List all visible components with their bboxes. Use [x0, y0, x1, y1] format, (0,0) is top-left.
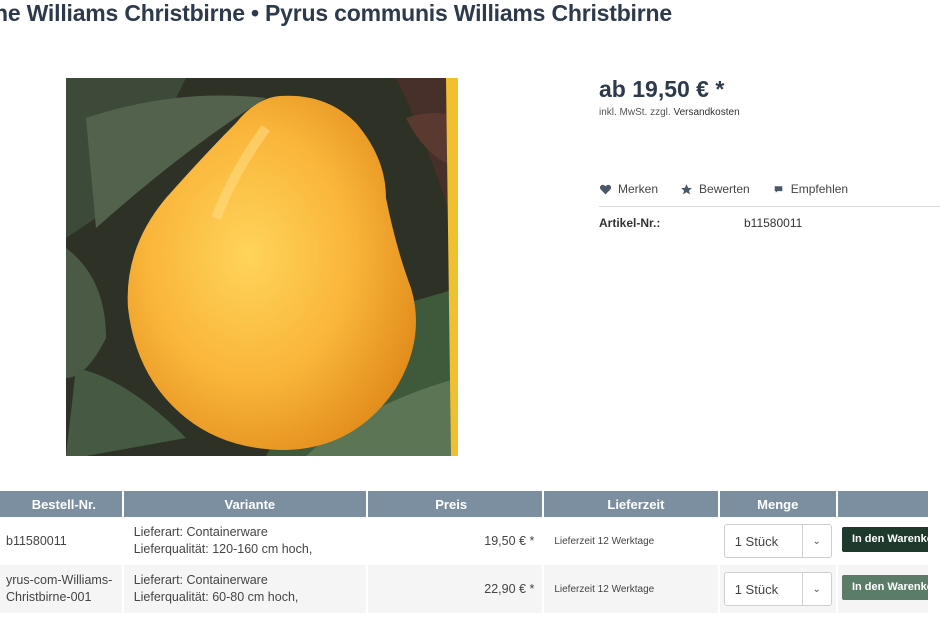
- product-title: ne Williams Christbirne • Pyrus communis…: [0, 0, 672, 26]
- header-action: [837, 491, 928, 517]
- table-row: b11580011 Lieferart: Containerware Liefe…: [0, 517, 928, 565]
- variant-cell: Lieferart: Containerware Lieferqualität:…: [123, 517, 366, 565]
- merken-action[interactable]: Merken: [599, 182, 658, 196]
- article-number-value: b11580011: [744, 216, 803, 230]
- quantity-value: 1 Stück: [734, 533, 779, 549]
- star-icon: [680, 183, 693, 196]
- merken-label: Merken: [618, 182, 659, 196]
- order-number-cell: b11580011: [0, 517, 122, 565]
- quantity-cell: 1 Stück ⌄: [719, 517, 836, 565]
- product-price: ab 19,50 € *: [599, 76, 725, 102]
- divider: [599, 206, 940, 207]
- add-to-cart-button[interactable]: In den Warenkorb: [841, 575, 928, 600]
- shipping-costs-link[interactable]: Versandkosten: [673, 107, 739, 118]
- bewerten-action[interactable]: Bewerten: [680, 182, 750, 196]
- variant-line1: Lieferart: Containerware: [133, 573, 268, 587]
- order-number-line1: yrus-com-Williams-: [6, 573, 113, 587]
- order-number-line2: Christbirne-001: [6, 590, 92, 604]
- header-bestell-nr: Bestell-Nr.: [0, 491, 122, 517]
- chevron-down-icon: ⌄: [812, 535, 821, 547]
- bewerten-label: Bewerten: [699, 182, 750, 196]
- table-header-row: Bestell-Nr. Variante Preis Lieferzeit Me…: [0, 491, 928, 517]
- product-actions: Merken Bewerten Empfehlen: [599, 182, 848, 196]
- header-lieferzeit: Lieferzeit: [544, 491, 718, 517]
- price-note: inkl. MwSt. zzgl. Versandkosten: [599, 107, 740, 118]
- cart-cell: In den Warenkorb: [837, 517, 928, 565]
- delivery-time-cell: Lieferzeit 12 Werktage: [544, 565, 718, 613]
- heart-icon: [599, 183, 612, 196]
- cart-cell: In den Warenkorb: [837, 565, 928, 613]
- chevron-down-icon: ⌄: [812, 583, 821, 595]
- quantity-select[interactable]: 1 Stück ⌄: [723, 572, 832, 606]
- quantity-cell: 1 Stück ⌄: [719, 565, 836, 613]
- delivery-time-cell: Lieferzeit 12 Werktage: [544, 517, 718, 565]
- price-note-text: inkl. MwSt. zzgl.: [599, 107, 671, 118]
- header-preis: Preis: [367, 491, 543, 517]
- price-cell: 19,50 € *: [367, 517, 543, 565]
- quantity-select[interactable]: 1 Stück ⌄: [723, 524, 832, 558]
- header-variante: Variante: [123, 491, 366, 517]
- table-row: yrus-com-Williams- Christbirne-001 Liefe…: [0, 565, 928, 613]
- variant-line1: Lieferart: Containerware: [133, 525, 268, 539]
- article-number-label: Artikel-Nr.:: [599, 216, 661, 230]
- order-number-line1: b11580011: [6, 533, 67, 548]
- header-menge: Menge: [719, 491, 836, 517]
- order-number-cell: yrus-com-Williams- Christbirne-001: [0, 565, 122, 613]
- product-image[interactable]: [66, 78, 458, 456]
- price-cell: 22,90 € *: [367, 565, 543, 613]
- variant-line2: Lieferqualität: 120-160 cm hoch,: [133, 542, 313, 556]
- variants-table: Bestell-Nr. Variante Preis Lieferzeit Me…: [0, 491, 930, 613]
- empfehlen-action[interactable]: Empfehlen: [772, 182, 848, 196]
- variant-line2: Lieferqualität: 60-80 cm hoch,: [133, 590, 299, 604]
- variant-cell: Lieferart: Containerware Lieferqualität:…: [123, 565, 366, 613]
- add-to-cart-button[interactable]: In den Warenkorb: [841, 527, 928, 552]
- comment-icon: [772, 183, 785, 196]
- empfehlen-label: Empfehlen: [790, 182, 849, 196]
- quantity-value: 1 Stück: [734, 581, 779, 597]
